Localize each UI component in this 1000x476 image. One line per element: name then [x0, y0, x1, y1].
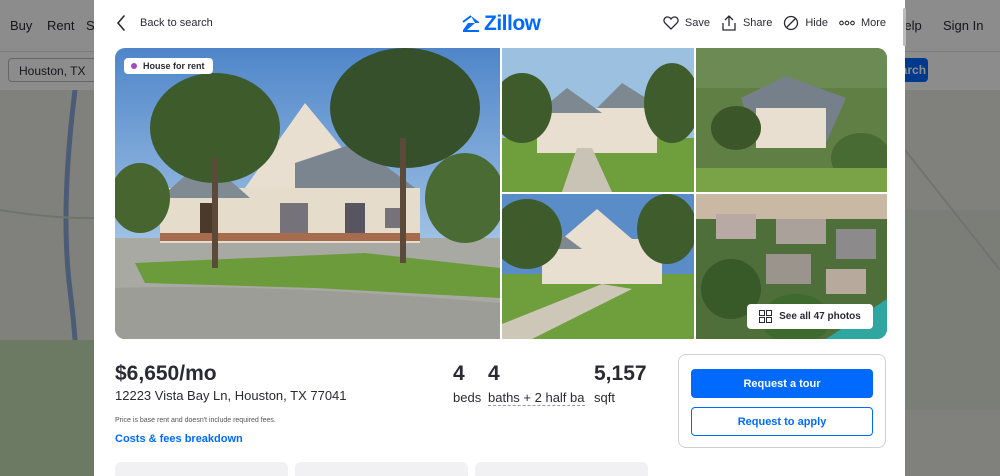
gallery-photo-3[interactable] — [502, 194, 694, 339]
hide-label: Hide — [805, 17, 828, 29]
listing-modal: Back to search Zillow Save Share Hide Mo… — [94, 0, 905, 476]
price-disclaimer: Price is base rent and doesn't include r… — [115, 417, 276, 424]
hide-button[interactable]: Hide — [783, 15, 828, 31]
status-dot-icon — [131, 63, 137, 69]
listing-price: $6,650/mo — [115, 362, 217, 385]
heart-icon — [663, 16, 679, 30]
listing-type-badge: House for rent — [124, 58, 213, 74]
zillow-logo-text: Zillow — [484, 12, 541, 35]
share-icon — [722, 15, 736, 31]
more-icon — [839, 20, 855, 26]
hide-icon — [784, 15, 799, 31]
cta-card: Request a tour Request to apply — [678, 354, 886, 448]
zillow-logo[interactable]: Zillow — [462, 12, 541, 36]
chevron-left-icon — [116, 15, 125, 31]
more-button[interactable]: More — [839, 15, 886, 31]
save-button[interactable]: Save — [663, 15, 710, 31]
request-tour-button[interactable]: Request a tour — [691, 369, 873, 398]
costs-fees-link[interactable]: Costs & fees breakdown — [115, 433, 243, 445]
gallery-photo-1[interactable] — [502, 48, 694, 192]
request-apply-button[interactable]: Request to apply — [691, 407, 873, 436]
gallery-photo-2[interactable] — [696, 48, 887, 192]
back-to-search-label: Back to search — [140, 17, 213, 29]
grid-icon — [759, 310, 773, 323]
share-button[interactable]: Share — [721, 15, 772, 31]
baths-label[interactable]: baths + 2 half ba — [488, 390, 585, 406]
listing-type-label: House for rent — [143, 61, 205, 71]
fact-chip — [295, 462, 468, 476]
beds-label: beds — [453, 390, 482, 405]
sqft-count: 5,157 — [594, 362, 647, 385]
main-photo[interactable] — [115, 48, 500, 339]
modal-scrollbar[interactable] — [903, 8, 906, 46]
fact-chip — [115, 462, 288, 476]
baths-count: 4 — [488, 362, 500, 385]
header-actions: Save Share Hide More — [663, 15, 886, 31]
see-all-photos-label: See all 47 photos — [779, 311, 861, 322]
back-to-search-button[interactable]: Back to search — [116, 15, 213, 31]
listing-address: 12223 Vista Bay Ln, Houston, TX 77041 — [115, 388, 347, 403]
modal-header: Back to search Zillow Save Share Hide Mo… — [94, 0, 905, 48]
beds-count: 4 — [453, 362, 465, 385]
see-all-photos-button[interactable]: See all 47 photos — [747, 304, 873, 329]
fact-chip — [475, 462, 648, 476]
beds-stat: 4 beds — [453, 362, 481, 405]
share-label: Share — [742, 17, 773, 29]
zillow-logo-icon — [462, 15, 479, 32]
save-label: Save — [684, 17, 710, 29]
sqft-label: sqft — [594, 390, 615, 405]
more-label: More — [860, 17, 886, 29]
baths-stat[interactable]: 4 baths + 2 half ba — [488, 362, 585, 406]
sqft-stat: 5,157 sqft — [594, 362, 647, 405]
photo-gallery: House for rent See all 47 photos — [115, 48, 887, 339]
